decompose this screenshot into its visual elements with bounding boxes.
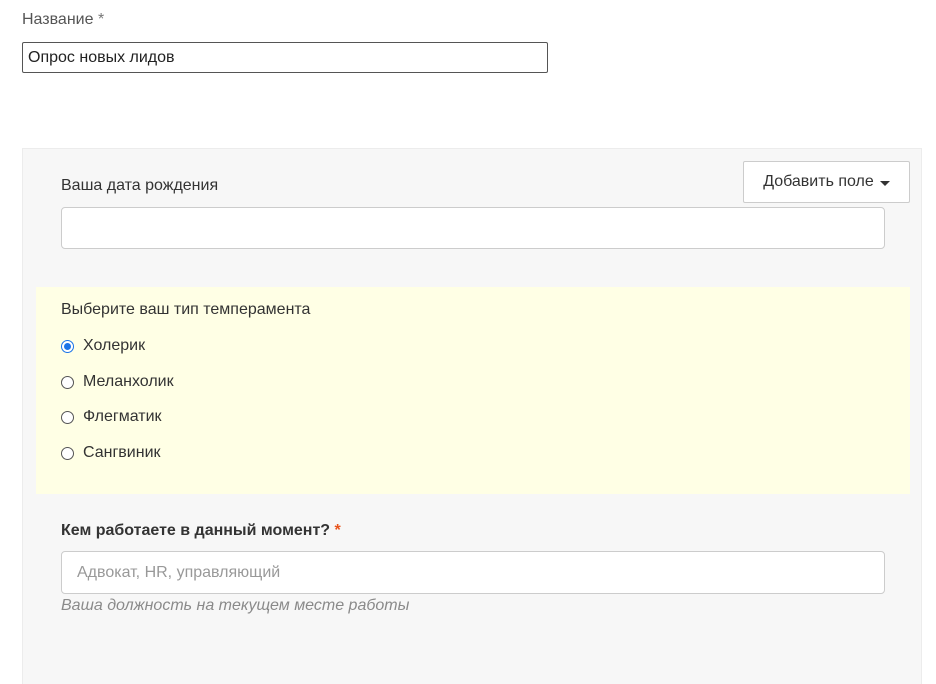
radio-button-checked[interactable] [61, 339, 74, 353]
radio-button[interactable] [61, 410, 74, 424]
add-field-button[interactable]: Добавить поле [743, 161, 910, 203]
temperament-label: Выберите ваш тип темперамента [61, 301, 311, 318]
add-field-label: Добавить поле [763, 173, 874, 190]
job-help-text: Ваша должность на текущем месте работы [61, 597, 410, 614]
form-name-label-text: Название [22, 11, 94, 28]
radio-option-label: Флегматик [83, 408, 162, 425]
radio-option-melancholic[interactable]: Меланхолик [61, 373, 174, 391]
radio-option-phlegmatic[interactable]: Флегматик [61, 408, 162, 426]
radio-option-label: Холерик [83, 337, 146, 354]
required-mark: * [334, 522, 341, 539]
job-label-text: Кем работаете в данный момент? [61, 522, 331, 539]
radio-button[interactable] [61, 446, 74, 460]
form-fields-panel: Добавить поле Ваша дата рождения Выберит… [22, 148, 922, 684]
required-mark: * [97, 11, 105, 28]
job-input[interactable] [61, 551, 885, 594]
job-label: Кем работаете в данный момент? * [61, 522, 341, 540]
birth-date-input[interactable] [61, 207, 885, 249]
birth-date-label: Ваша дата рождения [61, 177, 219, 194]
radio-option-choleric[interactable]: Холерик [61, 337, 145, 355]
caret-down-icon [879, 180, 890, 186]
form-name-label: Название * [22, 11, 104, 29]
radio-option-label: Меланхолик [83, 373, 174, 390]
radio-button[interactable] [61, 375, 74, 389]
radio-option-sanguine[interactable]: Сангвиник [61, 444, 161, 462]
form-editor-page: Название * Добавить поле Ваша дата рожде… [0, 0, 936, 684]
form-name-input[interactable] [22, 42, 548, 73]
radio-option-label: Сангвиник [83, 444, 161, 461]
temperament-question: Выберите ваш тип темперамента Холерик Ме… [36, 287, 910, 494]
